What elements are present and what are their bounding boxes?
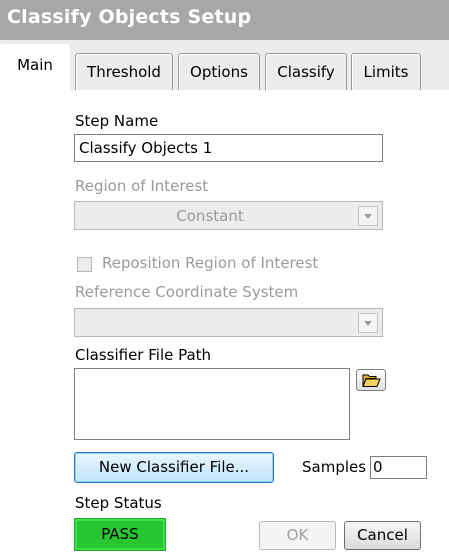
step-status-badge: PASS: [74, 518, 166, 551]
ok-button[interactable]: OK: [259, 521, 336, 550]
title-bar: Classify Objects Setup: [0, 0, 449, 40]
tab-threshold[interactable]: Threshold: [75, 53, 173, 91]
classifier-path-label: Classifier File Path: [75, 346, 212, 364]
reposition-label: Reposition Region of Interest: [102, 254, 319, 272]
chevron-down-icon[interactable]: [358, 206, 378, 226]
samples-label: Samples: [302, 458, 367, 476]
reposition-checkbox[interactable]: [77, 257, 92, 272]
ref-coord-select[interactable]: [74, 308, 383, 337]
samples-field: 0: [370, 456, 427, 479]
step-name-input[interactable]: Classify Objects 1: [74, 134, 383, 162]
roi-select[interactable]: Constant: [74, 201, 383, 230]
new-classifier-file-button[interactable]: New Classifier File...: [74, 452, 274, 483]
ref-coord-select-value: [75, 309, 345, 336]
roi-select-value: Constant: [176, 207, 244, 225]
ref-coord-label: Reference Coordinate System: [75, 283, 299, 301]
tab-options[interactable]: Options: [178, 53, 260, 91]
folder-open-icon: [362, 374, 381, 387]
tab-main[interactable]: Main: [0, 44, 70, 92]
step-status-label: Step Status: [75, 494, 162, 512]
chevron-down-icon[interactable]: [358, 313, 378, 333]
browse-button[interactable]: [356, 369, 386, 391]
cancel-button[interactable]: Cancel: [344, 521, 421, 550]
roi-label: Region of Interest: [75, 177, 209, 195]
step-name-label: Step Name: [75, 112, 159, 130]
window-title: Classify Objects Setup: [7, 6, 252, 28]
tab-classify[interactable]: Classify: [265, 53, 347, 91]
main-tab-panel: Step Name Classify Objects 1 Region of I…: [0, 90, 449, 556]
classifier-path-input[interactable]: [74, 368, 350, 440]
tab-limits[interactable]: Limits: [351, 53, 421, 91]
